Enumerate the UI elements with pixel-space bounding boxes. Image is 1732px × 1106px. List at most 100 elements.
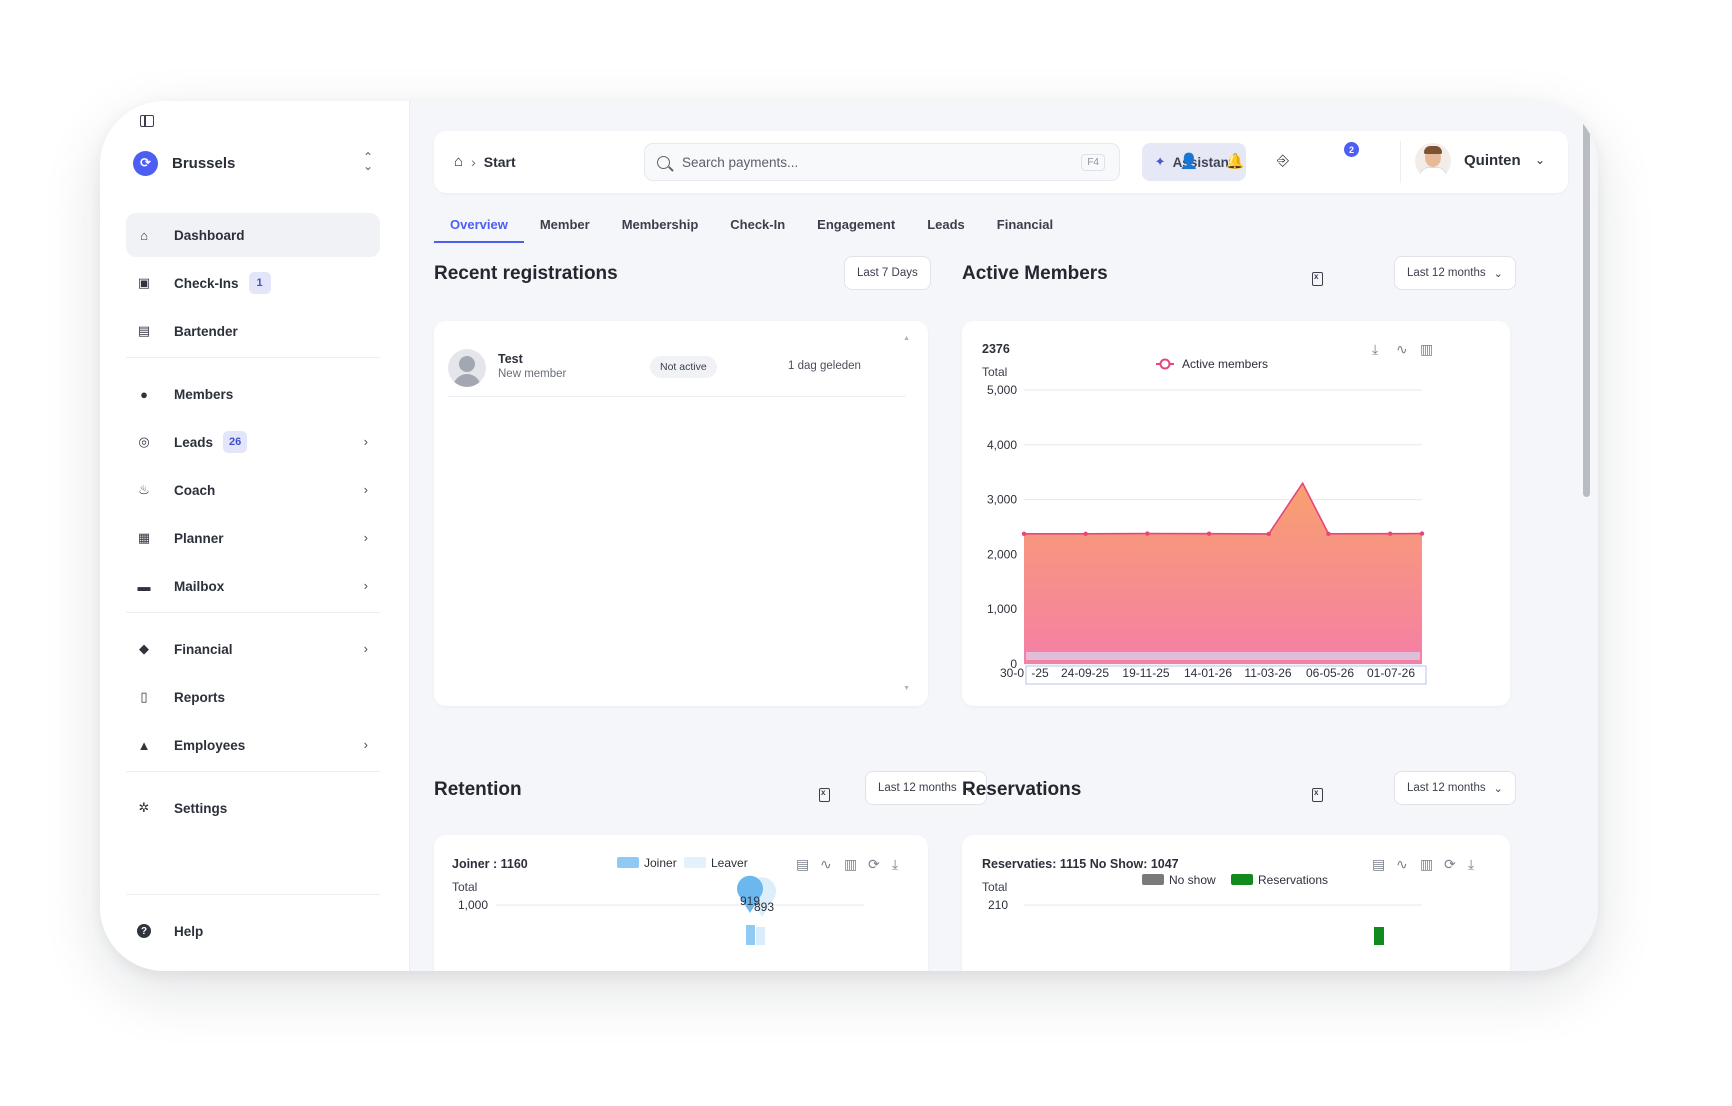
series-line xyxy=(1024,481,1423,535)
tab-check-in[interactable]: Check-In xyxy=(714,213,801,243)
sidebar-item-bartender[interactable]: ▤ Bartender xyxy=(126,309,380,353)
sidebar-item-label: Employees xyxy=(174,737,246,753)
document-icon: ▤ xyxy=(796,856,809,872)
tab-financial[interactable]: Financial xyxy=(981,213,1069,243)
retention-summary: Joiner : 1160 xyxy=(452,857,528,871)
chevron-right-icon: › xyxy=(363,578,368,593)
export-excel-icon[interactable] xyxy=(1312,788,1323,802)
door-exit-icon[interactable]: ⎆ xyxy=(1272,152,1294,169)
notification-count-badge: 2 xyxy=(1344,142,1359,157)
nav-divider xyxy=(126,357,380,358)
data-label: 893 xyxy=(754,900,774,914)
calendar-icon: ▦ xyxy=(137,530,151,545)
list-item[interactable]: Test New member Not active 1 dag geleden xyxy=(448,347,906,397)
export-excel-icon[interactable] xyxy=(1312,272,1323,286)
bell-icon[interactable]: 🔔 xyxy=(1224,152,1246,170)
refresh-icon: ⟳ xyxy=(1444,856,1456,872)
magic-wand-icon: ✦ xyxy=(1154,154,1166,169)
target-icon: ◎ xyxy=(138,434,150,449)
tab-engagement[interactable]: Engagement xyxy=(801,213,911,243)
retention-title: Retention xyxy=(434,779,522,800)
active-members-range-select[interactable]: Last 12 months ⌄ xyxy=(1394,256,1516,290)
member-subtitle: New member xyxy=(498,368,567,380)
search-shortcut: F4 xyxy=(1081,154,1105,171)
org-switcher[interactable]: ⟳ Brussels ⌃ ⌄ xyxy=(133,149,373,177)
scroll-up-icon[interactable]: ▲ xyxy=(903,335,910,342)
chevron-right-icon: › xyxy=(363,482,368,497)
line-chart-icon: ∿ xyxy=(1396,856,1408,872)
sidebar-collapse-icon[interactable] xyxy=(140,115,154,127)
nav-divider xyxy=(126,894,380,895)
registrations-range-select[interactable]: Last 7 Days xyxy=(844,256,931,290)
y-tick-label: 1,000 xyxy=(458,898,488,912)
sidebar-item-employees[interactable]: ▲ Employees › xyxy=(126,723,380,767)
help-icon: ? xyxy=(137,924,151,938)
tab-overview[interactable]: Overview xyxy=(434,213,524,243)
file-icon: ▯ xyxy=(140,689,148,704)
gear-icon: ✲ xyxy=(138,800,150,815)
y-tick-label: 3,000 xyxy=(987,493,1017,507)
sidebar-item-mailbox[interactable]: ▬ Mailbox › xyxy=(126,564,380,608)
avatar[interactable] xyxy=(1415,143,1451,179)
member-name: Test xyxy=(498,352,523,366)
legend-label: Joiner xyxy=(644,856,677,870)
sidebar-item-label: Financial xyxy=(174,641,233,657)
chevron-down-icon[interactable]: ⌄ xyxy=(1535,153,1545,167)
scroll-down-icon[interactable]: ▼ xyxy=(903,685,910,692)
breadcrumb-current[interactable]: Start xyxy=(484,154,516,170)
download-icon: ⤓ xyxy=(892,856,898,872)
nav-divider xyxy=(126,771,380,772)
org-name: Brussels xyxy=(172,154,236,172)
sidebar-item-help[interactable]: ? Help xyxy=(126,909,380,953)
sidebar-item-check-ins[interactable]: ▣ Check-Ins 1 xyxy=(126,261,380,305)
recent-registrations-card: Test New member Not active 1 dag geleden… xyxy=(434,321,928,706)
cash-register-icon: ▤ xyxy=(137,323,151,338)
retention-range-label: Last 12 months xyxy=(878,782,957,794)
sidebar-item-coach[interactable]: ♨ Coach › xyxy=(126,468,380,512)
page-scrollbar[interactable] xyxy=(1583,107,1590,497)
bar-leaver xyxy=(756,927,765,945)
search-box[interactable]: F4 xyxy=(644,143,1120,181)
reservations-range-select[interactable]: Last 12 months ⌄ xyxy=(1394,771,1516,805)
reservations-range-label: Last 12 months xyxy=(1407,782,1486,794)
export-excel-icon[interactable] xyxy=(819,788,830,802)
total-label: Total xyxy=(982,365,1007,379)
chevron-up-down-icon[interactable]: ⌃ ⌄ xyxy=(363,151,373,172)
legend-swatch-joiner xyxy=(617,857,639,868)
home-icon[interactable]: ⌂ xyxy=(454,153,463,170)
add-user-icon[interactable]: 👤 xyxy=(1178,152,1200,170)
sidebar-item-members[interactable]: ● Members xyxy=(126,372,380,416)
legend-label: Reservations xyxy=(1258,873,1328,887)
chat-icon: ▬ xyxy=(137,578,151,594)
sidebar-item-reports[interactable]: ▯ Reports xyxy=(126,675,380,719)
brand-logo-icon: ⟳ xyxy=(133,150,158,176)
sidebar-item-dashboard[interactable]: ⌂ Dashboard xyxy=(126,213,380,257)
retention-chart: Joiner : 1160 Total Joiner Leaver ▤ ∿ ▥ ⟳ ⤓ 1,000… xyxy=(452,856,898,945)
download-icon: ⤓ xyxy=(1372,341,1378,357)
sidebar-item-settings[interactable]: ✲ Settings xyxy=(126,786,380,830)
sidebar-item-planner[interactable]: ▦ Planner › xyxy=(126,516,380,560)
bar-reservations xyxy=(1374,927,1384,945)
breadcrumb: ⌂ › Start xyxy=(454,153,516,170)
search-input[interactable] xyxy=(682,154,1062,170)
tab-membership[interactable]: Membership xyxy=(606,213,715,243)
piggy-bank-icon: ◆ xyxy=(139,641,149,656)
sidebar-item-leads[interactable]: ◎ Leads 26 › xyxy=(126,420,380,464)
x-tick-label: -25 xyxy=(1031,666,1049,680)
registrations-range-label: Last 7 Days xyxy=(857,267,918,279)
tab-member[interactable]: Member xyxy=(524,213,606,243)
x-tick-label: 06-05-26 xyxy=(1306,666,1354,680)
active-members-range-label: Last 12 months xyxy=(1407,267,1486,279)
chevron-down-icon: ⌄ xyxy=(1493,782,1503,795)
user-name[interactable]: Quinten xyxy=(1464,152,1521,169)
data-point xyxy=(1326,531,1331,536)
user-icon: ▲ xyxy=(137,737,151,753)
x-tick-label: 01-07-26 xyxy=(1367,666,1415,680)
main-area: ⌂ › Start F4 ✦ Assistant 👤 🔔 2 ⎆ Quinten xyxy=(410,101,1598,971)
chevron-right-icon: › xyxy=(363,641,368,656)
tab-leads[interactable]: Leads xyxy=(911,213,981,243)
legend-swatch-no-show xyxy=(1142,874,1164,885)
sidebar-item-financial[interactable]: ◆ Financial › xyxy=(126,627,380,671)
reservations-title: Reservations xyxy=(962,779,1082,800)
data-point xyxy=(1206,531,1212,536)
